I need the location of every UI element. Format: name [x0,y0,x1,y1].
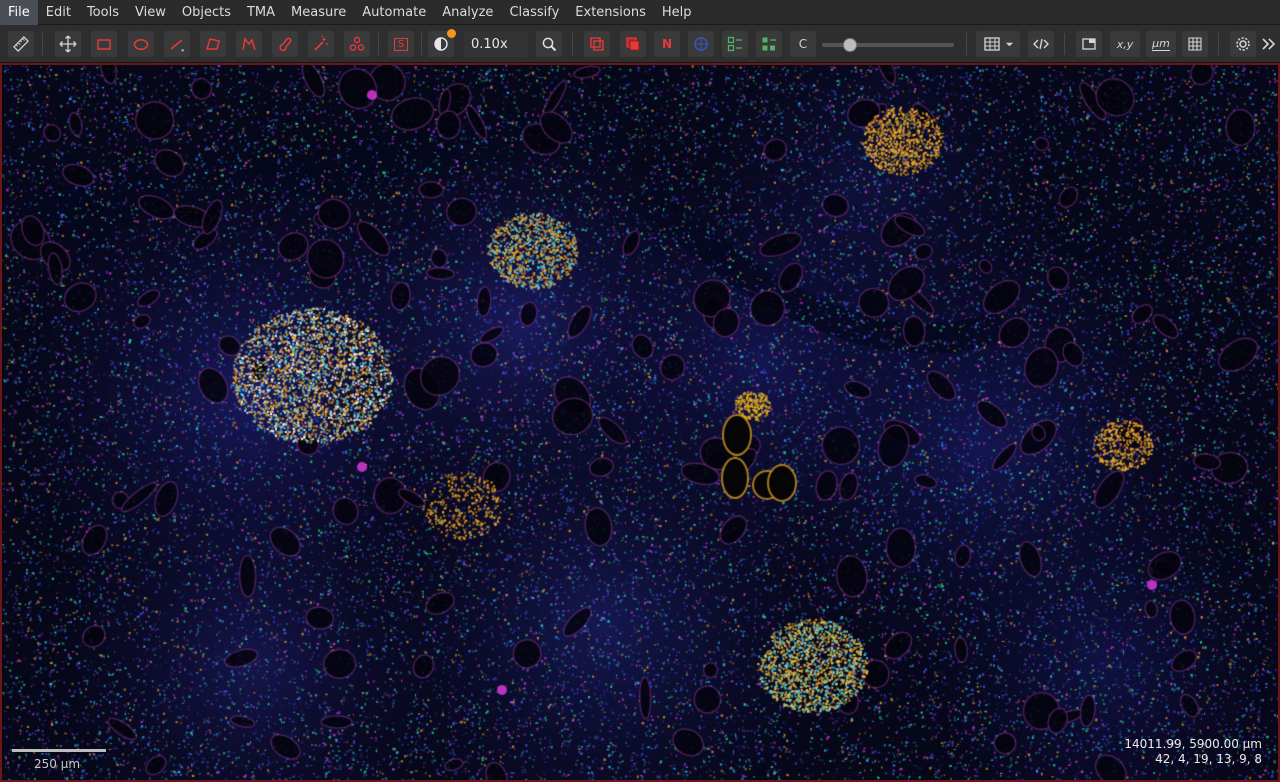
menu-bar: File Edit Tools View Objects TMA Measure… [0,0,1280,25]
cursor-pixel-values: 42, 4, 19, 13, 9, 8 [1155,752,1262,766]
fill-annotations-button[interactable] [620,31,646,57]
polyline-icon [242,37,256,51]
menu-extensions[interactable]: Extensions [567,0,654,25]
line-tool-button[interactable] [164,31,190,57]
toolbar-separator [966,33,967,55]
move-icon [59,35,77,53]
measurement-table-button[interactable] [976,31,1020,57]
menu-measure[interactable]: Measure [283,0,354,25]
show-cell-boundaries-button[interactable]: C [790,31,816,57]
measure-icon [13,36,29,52]
multiplex-fluorescence-image[interactable] [2,65,1278,780]
menu-file[interactable]: File [0,0,38,25]
opacity-slider-thumb[interactable] [843,38,858,52]
polygon-tool-button[interactable] [200,31,226,57]
brush-tool-button[interactable] [272,31,298,57]
menu-edit[interactable]: Edit [38,0,79,25]
ellipse-tool-button[interactable] [128,31,154,57]
menu-automate[interactable]: Automate [354,0,434,25]
show-annotations-icon [590,37,604,51]
opacity-slider-track [822,43,954,47]
toolbar-separator [42,33,43,55]
measure-tool-button[interactable] [8,31,34,57]
grid-icon [1188,37,1202,51]
fill-detections-icon [762,37,776,51]
zoom-level: 0.10x [464,31,528,57]
fill-annotations-icon [626,37,640,51]
polyline-tool-button[interactable] [236,31,262,57]
script-editor-button[interactable] [1028,31,1054,57]
show-overview-button[interactable] [1076,31,1102,57]
cursor-coordinates: 14011.99, 5900.00 µm [1124,737,1262,751]
show-tma-grid-button[interactable] [688,31,714,57]
chevron-down-icon [1005,42,1013,46]
menu-objects[interactable]: Objects [174,0,239,25]
selection-mode-label: S [393,37,409,51]
preferences-button[interactable] [1230,31,1256,57]
scalebar [12,749,106,752]
points-tool-button[interactable] [344,31,370,57]
brightness-badge [447,29,456,38]
menu-tools[interactable]: Tools [79,0,127,25]
ellipse-icon [133,38,149,51]
preferences-icon [1236,37,1250,51]
wand-tool-button[interactable] [308,31,334,57]
location-icon: x,y [1116,37,1134,51]
menu-tma[interactable]: TMA [239,0,283,25]
toolbar-separator [572,33,573,55]
show-location-button[interactable]: x,y [1110,31,1140,57]
overview-icon [1082,38,1096,50]
toolbar-separator [1218,33,1219,55]
zoom-to-fit-icon [542,37,557,52]
image-viewer[interactable]: 250 µm 14011.99, 5900.00 µm 42, 4, 19, 1… [0,63,1280,782]
show-scalebar-button[interactable]: µm [1146,31,1176,57]
brush-icon [279,37,292,52]
show-tma-grid-icon [694,37,708,51]
more-tools-button[interactable] [1258,31,1278,57]
line-icon [170,39,184,52]
menu-view[interactable]: View [127,0,174,25]
scalebar-icon: µm [1152,37,1170,51]
polygon-icon [205,38,220,50]
toolbar-separator [421,33,422,55]
script-editor-icon [1033,38,1049,50]
toolbar-separator [378,33,379,55]
show-names-label: N [661,37,673,51]
wand-icon [314,35,329,51]
menu-help[interactable]: Help [654,0,700,25]
scalebar-label: 250 µm [34,757,81,771]
opacity-slider[interactable] [822,38,954,52]
show-names-button[interactable]: N [654,31,680,57]
show-cell-boundaries-label: C [798,37,808,51]
cursor-readout: 14011.99, 5900.00 µm 42, 4, 19, 13, 9, 8 [1124,737,1262,767]
show-grid-button[interactable] [1182,31,1208,57]
toolbar-separator [1064,33,1065,55]
menu-analyze[interactable]: Analyze [434,0,501,25]
table-icon [983,37,1000,51]
menu-classify[interactable]: Classify [501,0,567,25]
fill-detections-button[interactable] [756,31,782,57]
zoom-to-fit-button[interactable] [536,31,562,57]
show-annotations-button[interactable] [584,31,610,57]
brightness-contrast-icon [434,37,448,51]
show-detections-icon [727,36,742,52]
rectangle-tool-button[interactable] [91,31,117,57]
selection-mode-button[interactable]: S [388,31,414,57]
move-tool-button[interactable] [55,31,81,57]
points-icon [349,36,365,51]
show-detections-button[interactable] [722,31,748,57]
more-icon [1262,38,1276,50]
rectangle-icon [97,39,111,50]
brightness-contrast-button[interactable] [428,29,456,57]
toolbar: S 0.10x N C x,y µm [0,25,1280,63]
